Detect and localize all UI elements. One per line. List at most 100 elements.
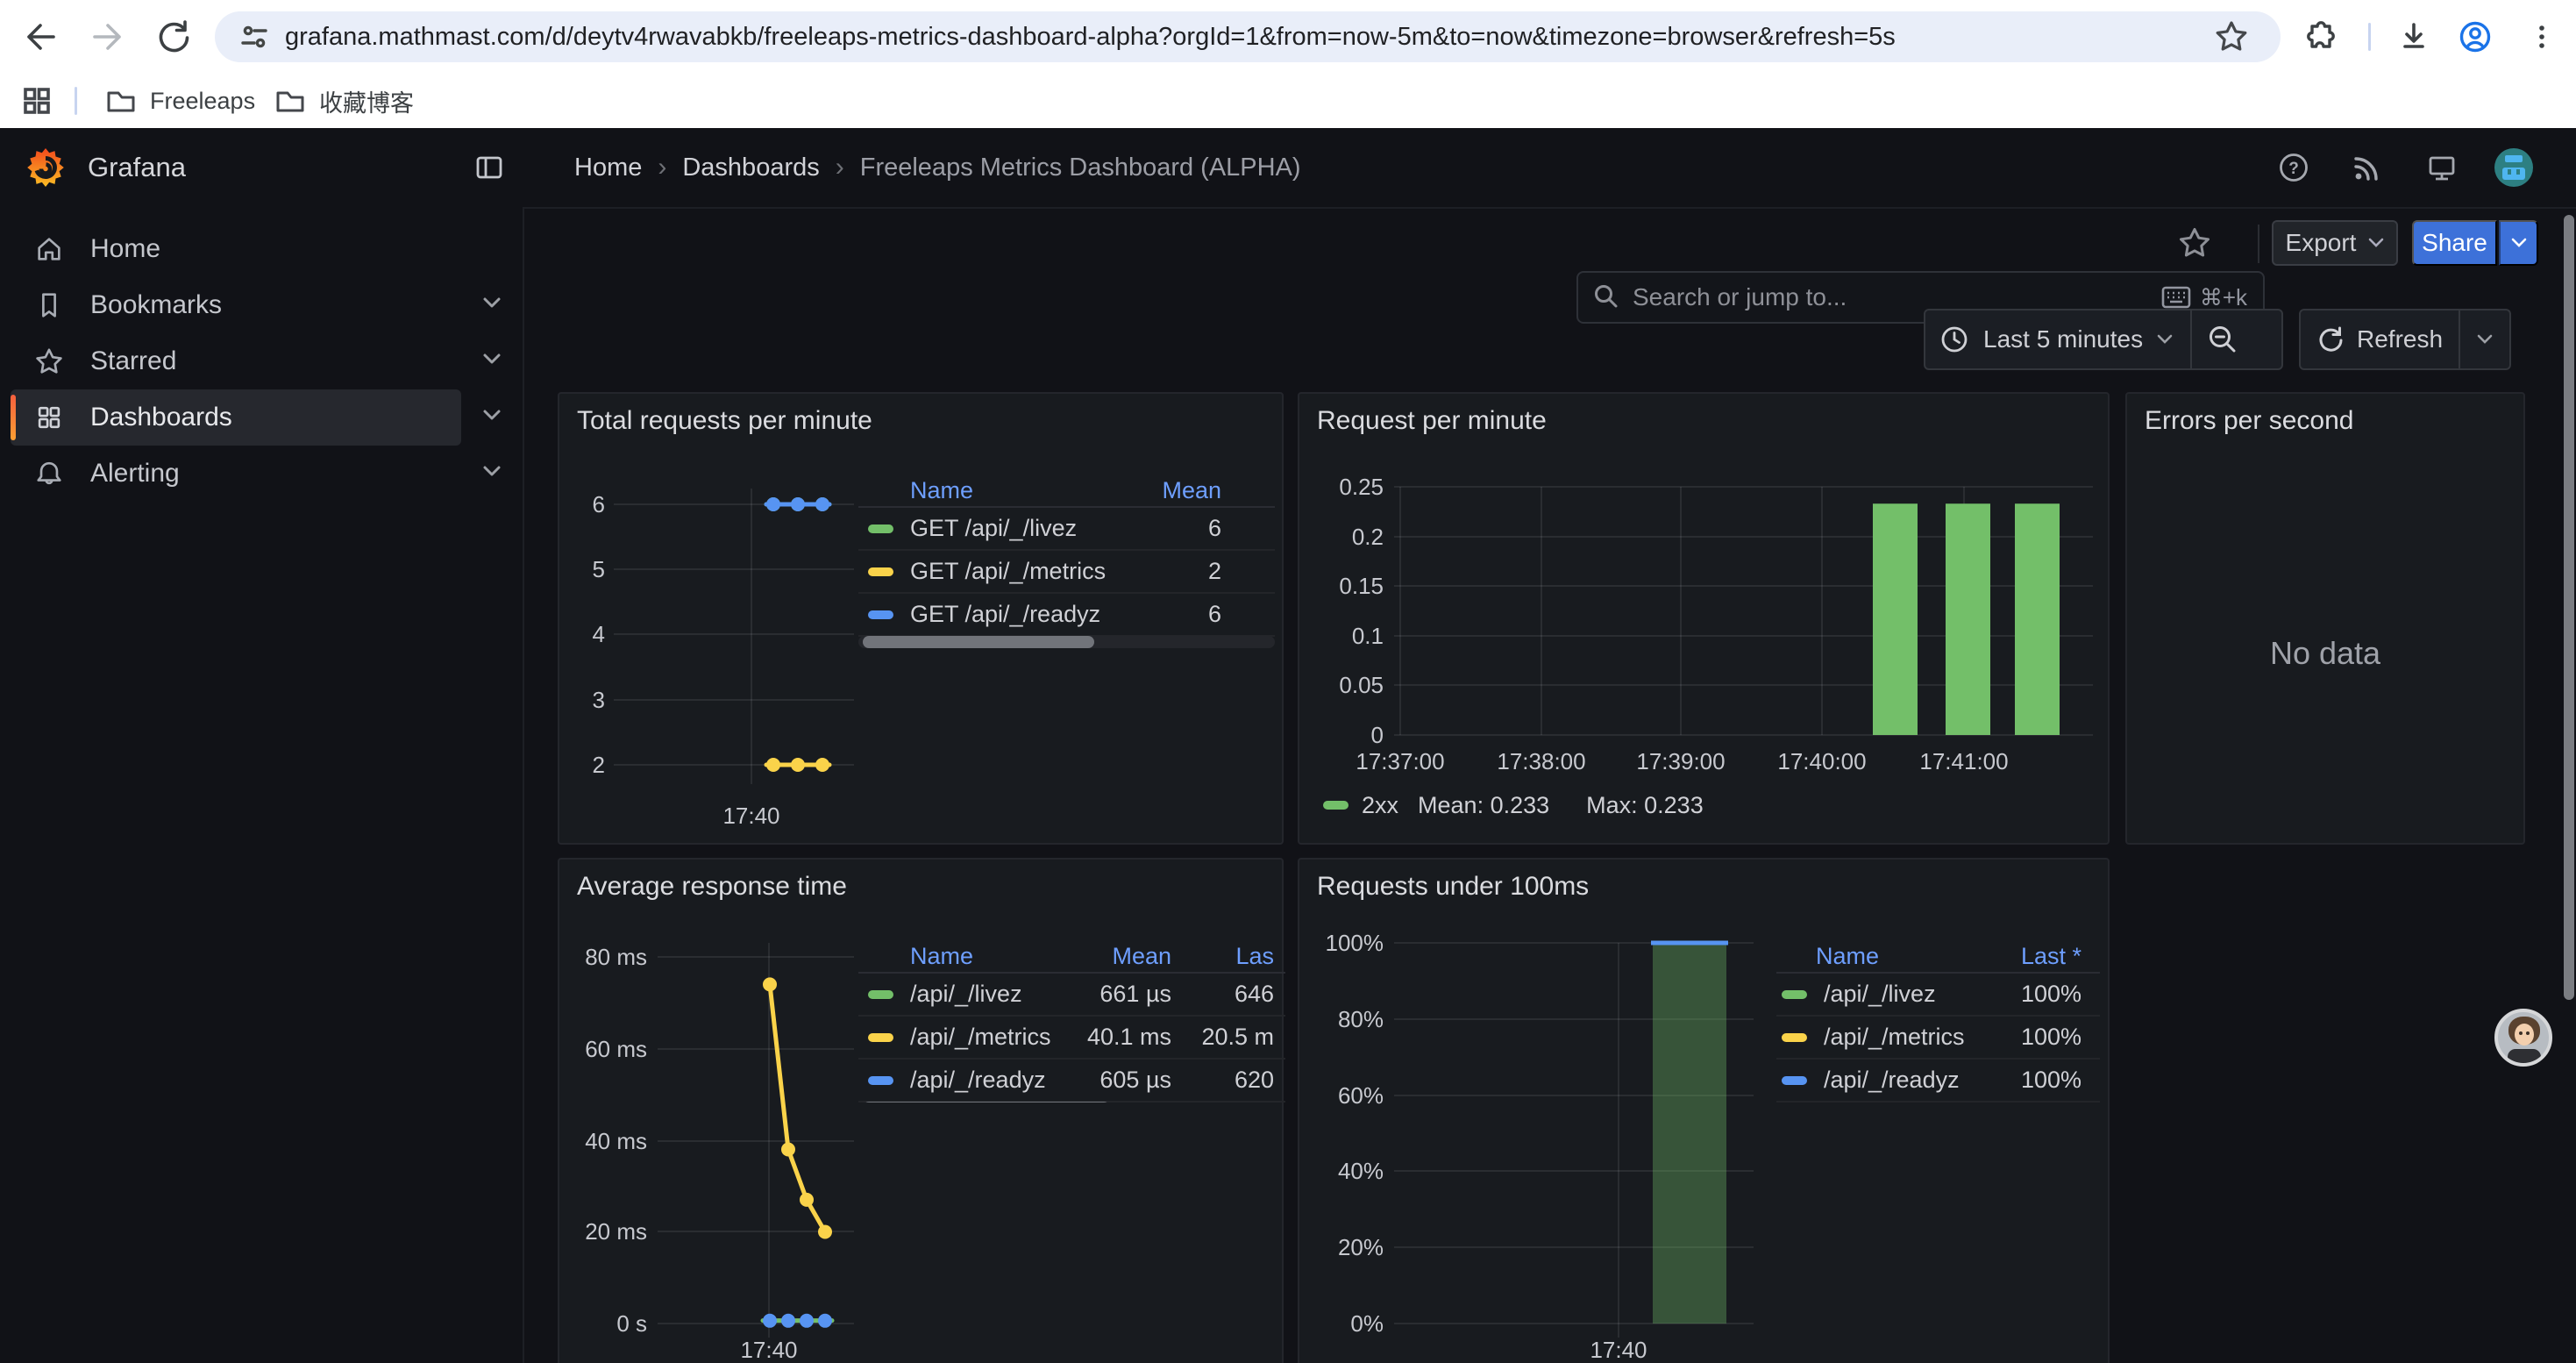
legend-row[interactable]: GET /api/_/readyz 6: [858, 594, 1275, 637]
user-avatar[interactable]: [2494, 148, 2533, 187]
legend-row[interactable]: /api/_/readyz 605 µs 620: [858, 1060, 1285, 1103]
sidebar-item-starred[interactable]: Starred: [11, 333, 461, 389]
bookmark-folder-freeleaps[interactable]: Freeleaps: [94, 81, 267, 121]
refresh-button[interactable]: Refresh: [2299, 309, 2511, 370]
sidebar-item-bookmarks[interactable]: Bookmarks: [11, 277, 461, 333]
sidebar-toggle-icon[interactable]: [473, 152, 505, 183]
time-range-picker[interactable]: Last 5 minutes: [1924, 309, 2283, 370]
sidebar-item-label: Alerting: [90, 459, 180, 489]
series-name: 2xx: [1362, 792, 1398, 819]
series-name: /api/_/metrics: [1824, 1024, 2021, 1051]
legend-row[interactable]: /api/_/readyz 100%: [1776, 1060, 2100, 1103]
bar-chart: [1299, 394, 2111, 846]
browser-menu-icon[interactable]: [2523, 18, 2561, 56]
forward-icon[interactable]: [88, 18, 126, 56]
y-tick: 80%: [1299, 1006, 1384, 1032]
panel-title[interactable]: Errors per second: [2145, 406, 2353, 436]
legend-header-last: Last *: [2021, 943, 2081, 970]
bookmark-folder-blogs[interactable]: 收藏博客: [263, 81, 426, 121]
downloads-icon[interactable]: [2395, 18, 2433, 56]
series-color-pill: [868, 1076, 893, 1085]
scrollbar-thumb[interactable]: [863, 636, 1094, 648]
sidebar-item-home[interactable]: Home: [11, 221, 461, 277]
series-last: 646: [1171, 981, 1274, 1008]
help-icon[interactable]: ?: [2278, 152, 2309, 183]
chevron-down-icon: [2511, 238, 2527, 248]
profile-icon[interactable]: [2456, 18, 2494, 56]
series-mean: 40.1 ms: [1057, 1024, 1171, 1051]
svg-text:?: ?: [2288, 160, 2299, 178]
y-tick: 20 ms: [559, 1218, 647, 1245]
chevron-down-icon[interactable]: [482, 465, 502, 477]
series-last: 620: [1171, 1067, 1274, 1094]
bookmark-star-icon[interactable]: [2212, 18, 2251, 56]
zoom-out-icon[interactable]: [2192, 324, 2253, 355]
y-tick: 3: [559, 687, 605, 713]
series-mean: 605 µs: [1057, 1067, 1171, 1094]
legend-row[interactable]: /api/_/metrics 40.1 ms 20.5 m: [858, 1017, 1285, 1060]
x-tick: 17:37:00: [1334, 748, 1466, 774]
back-icon[interactable]: [22, 18, 60, 56]
chevron-down-icon[interactable]: [482, 296, 502, 309]
y-tick: 0 s: [559, 1310, 647, 1337]
address-bar[interactable]: grafana.mathmast.com/d/deytv4rwavabkb/fr…: [215, 11, 2281, 62]
legend-row[interactable]: /api/_/metrics 100%: [1776, 1017, 2100, 1060]
favorite-star-icon[interactable]: [2177, 225, 2212, 260]
legend-header[interactable]: Name Last *: [1776, 940, 2100, 974]
legend-row[interactable]: /api/_/livez 661 µs 646: [858, 974, 1285, 1017]
grafana-logo[interactable]: [25, 146, 67, 189]
site-settings-icon[interactable]: [236, 18, 273, 55]
legend-row[interactable]: GET /api/_/metrics 2: [858, 551, 1275, 594]
sidebar-item-alerting[interactable]: Alerting: [11, 446, 461, 502]
kiosk-monitor-icon[interactable]: [2426, 152, 2458, 183]
series-mean: 2: [1208, 558, 1221, 585]
chevron-down-icon[interactable]: [482, 353, 502, 365]
series-color-pill: [868, 567, 893, 576]
search-placeholder: Search or jump to...: [1633, 283, 2161, 311]
bookmarks-bar: Freeleaps 收藏博客: [0, 74, 2576, 129]
series-name: /api/_/readyz: [1824, 1067, 2021, 1094]
time-series-chart: [559, 860, 1285, 1363]
sidebar-item-label: Starred: [90, 346, 176, 376]
chevron-down-icon[interactable]: [482, 409, 502, 421]
series-color-pill: [1782, 1033, 1807, 1042]
page-scrollbar[interactable]: [2564, 215, 2574, 1000]
folder-icon: [106, 88, 136, 114]
share-button[interactable]: Share: [2412, 220, 2497, 266]
news-rss-icon[interactable]: [2352, 152, 2383, 183]
bookmark-icon: [34, 290, 64, 320]
panel-errors-per-second: Errors per second No data: [2125, 392, 2525, 845]
apps-grid-icon[interactable]: [21, 85, 53, 117]
breadcrumb-home[interactable]: Home: [574, 153, 642, 182]
legend-scrollbar[interactable]: [858, 1102, 1285, 1103]
sidebar-item-dashboards[interactable]: Dashboards: [11, 389, 461, 446]
refresh-interval-icon[interactable]: [2460, 334, 2509, 345]
y-tick: 100%: [1299, 930, 1384, 956]
series-last: 100%: [2021, 981, 2081, 1008]
legend-row[interactable]: /api/_/livez 100%: [1776, 974, 2100, 1017]
breadcrumb: Home › Dashboards › Freeleaps Metrics Da…: [574, 128, 1301, 207]
clock-icon: [1939, 325, 1969, 354]
export-button[interactable]: Export: [2272, 220, 2398, 266]
floating-assistant-avatar[interactable]: [2494, 1009, 2552, 1067]
screenshot-root: grafana.mathmast.com/d/deytv4rwavabkb/fr…: [0, 0, 2576, 1363]
share-menu-button[interactable]: [2499, 220, 2538, 266]
dashboards-grid-icon: [34, 403, 64, 432]
panel-requests-under-100ms: Requests under 100ms 100% 80% 60% 40% 20…: [1298, 858, 2110, 1363]
legend-header[interactable]: Name Mean: [858, 475, 1275, 508]
scrollbar-thumb[interactable]: [863, 1102, 1110, 1103]
legend-scrollbar[interactable]: [858, 636, 1275, 648]
breadcrumb-dashboards[interactable]: Dashboards: [682, 153, 819, 182]
breadcrumb-separator: ›: [658, 153, 666, 182]
y-tick: 40 ms: [559, 1128, 647, 1154]
legend-header-name: Name: [910, 943, 1057, 970]
series-color-pill: [868, 610, 893, 619]
reload-icon[interactable]: [153, 18, 191, 56]
y-tick: 5: [559, 556, 605, 582]
y-tick: 0.2: [1299, 524, 1384, 550]
legend-item-2xx[interactable]: 2xx Mean: 0.233 Max: 0.233: [1323, 790, 1704, 820]
legend-header[interactable]: Name Mean Las: [858, 940, 1285, 974]
legend-row[interactable]: GET /api/_/livez 6: [858, 508, 1275, 551]
series-color-pill: [1782, 990, 1807, 999]
extensions-icon[interactable]: [2300, 18, 2338, 56]
